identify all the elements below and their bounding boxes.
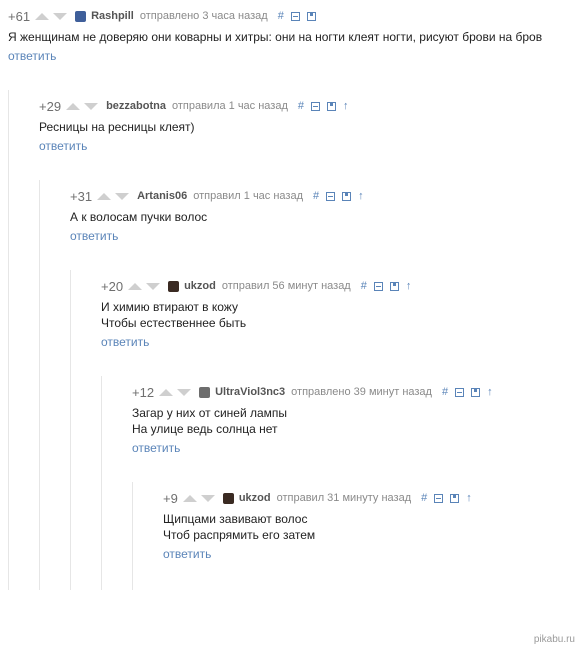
arrow-up-icon[interactable]: ↑ [466, 492, 472, 504]
thread-line [39, 180, 40, 590]
save-icon[interactable] [342, 191, 352, 201]
comment-line: И химию втирают в кожу [101, 300, 238, 314]
comment-author[interactable]: ukzod [239, 492, 271, 504]
save-icon[interactable] [471, 387, 481, 397]
reply-link[interactable]: ответить [8, 49, 56, 63]
comment-text: А к волосам пучки волос [70, 209, 364, 225]
vote-up-icon[interactable] [97, 192, 112, 200]
comment-line: Загар у них от синей лампы [132, 406, 288, 420]
comment-header: +12 UltraViol3nc3 отправлено 39 минут наза… [132, 384, 493, 400]
comment: +12 UltraViol3nc3 отправлено 39 минут наза… [132, 384, 493, 457]
thread-line [132, 482, 133, 590]
hash-icon[interactable]: # [361, 280, 367, 292]
comment-text: Загар у них от синей лампы На улице ведь … [132, 405, 493, 437]
arrow-up-icon[interactable]: ↑ [406, 280, 412, 292]
comment-line: Щипцами завивают волос [163, 512, 308, 526]
thread-line [8, 90, 9, 590]
vote-up-icon[interactable] [159, 388, 174, 396]
save-icon[interactable] [450, 493, 460, 503]
reply-link[interactable]: ответить [101, 335, 149, 349]
comment-author[interactable]: Rashpill [91, 10, 134, 22]
reply-link[interactable]: ответить [70, 229, 118, 243]
site-watermark: pikabu.ru [533, 634, 575, 645]
vote-up-icon[interactable] [128, 282, 143, 290]
collapse-icon[interactable] [455, 387, 465, 397]
vote-down-icon[interactable] [146, 282, 161, 290]
save-icon[interactable] [389, 281, 399, 291]
comment: +20 ukzod отправил 56 минут назад # ↑ И химию… [101, 278, 411, 351]
vote-down-icon[interactable] [53, 12, 68, 20]
comment-header: +9 ukzod отправил 31 минуту назад # ↑ [163, 490, 472, 506]
comment-time: отправлено 39 минут назад [291, 386, 432, 398]
arrow-up-icon[interactable]: ↑ [487, 386, 493, 398]
comment: +31 Artanis06 отправил 1 час назад # ↑ А к во… [70, 188, 364, 245]
avatar[interactable] [168, 280, 180, 292]
comment-text: Ресницы на ресницы клеят) [39, 119, 349, 135]
avatar[interactable] [222, 492, 234, 504]
thread-line [101, 376, 102, 590]
arrow-up-icon[interactable]: ↑ [358, 190, 364, 202]
arrow-up-icon[interactable]: ↑ [343, 100, 349, 112]
comment-line: Чтобы естественнее быть [101, 316, 247, 330]
reply-link[interactable]: ответить [132, 441, 180, 455]
comment-rating: +31 [70, 188, 93, 204]
comment-time: отправил 56 минут назад [221, 280, 351, 292]
vote-up-icon[interactable] [182, 494, 197, 502]
comment-header: +29 bezzabotna отправила 1 час назад # ↑ [39, 98, 349, 114]
comment-text: Щипцами завивают волос Чтоб распрямить ег… [163, 511, 472, 543]
vote-down-icon[interactable] [200, 494, 215, 502]
hash-icon[interactable]: # [278, 10, 284, 22]
reply-link[interactable]: ответить [163, 547, 211, 561]
comment-rating: +9 [163, 490, 178, 506]
comment-line: Ресницы на ресницы клеят) [39, 120, 195, 134]
comment-author[interactable]: UltraViol3nc3 [215, 386, 285, 398]
collapse-icon[interactable] [326, 191, 336, 201]
hash-icon[interactable]: # [313, 190, 319, 202]
vote-down-icon[interactable] [177, 388, 192, 396]
vote-up-icon[interactable] [66, 102, 81, 110]
comment-line: Я женщинам не доверяю они коварны и хитр… [8, 30, 543, 44]
comment-author[interactable]: Artanis06 [137, 190, 187, 202]
vote-up-icon[interactable] [35, 12, 50, 20]
comment-line: А к волосам пучки волос [70, 210, 208, 224]
collapse-icon[interactable] [311, 101, 321, 111]
comment-line: Чтоб распрямить его затем [163, 528, 316, 542]
save-icon[interactable] [327, 101, 337, 111]
comment-time: отправлено 3 часа назад [139, 10, 268, 22]
comment-rating: +20 [101, 278, 124, 294]
comment: +29 bezzabotna отправила 1 час назад # ↑ Ресн… [39, 98, 349, 155]
collapse-icon[interactable] [434, 493, 444, 503]
comment-header: +31 Artanis06 отправил 1 час назад # ↑ [70, 188, 364, 204]
comment-rating: +29 [39, 98, 62, 114]
comment-header: +20 ukzod отправил 56 минут назад # ↑ [101, 278, 411, 294]
vote-down-icon[interactable] [115, 192, 130, 200]
comment-text: И химию втирают в кожу Чтобы естественнее… [101, 299, 411, 331]
reply-link[interactable]: ответить [39, 139, 87, 153]
save-icon[interactable] [306, 11, 316, 21]
comment-text: Я женщинам не доверяю они коварны и хитр… [8, 29, 542, 45]
comment-header: +61 Rashpill отправлено 3 часа назад # [8, 8, 542, 24]
hash-icon[interactable]: # [421, 492, 427, 504]
comment-author[interactable]: ukzod [184, 280, 216, 292]
hash-icon[interactable]: # [442, 386, 448, 398]
vote-down-icon[interactable] [84, 102, 99, 110]
comment-line: На улице ведь солнца нет [132, 422, 278, 436]
collapse-icon[interactable] [290, 11, 300, 21]
comment-rating: +61 [8, 8, 31, 24]
comment: +61 Rashpill отправлено 3 часа назад # Я жен… [8, 8, 542, 65]
comment-time: отправил 31 минуту назад [276, 492, 412, 504]
avatar[interactable] [199, 386, 211, 398]
collapse-icon[interactable] [373, 281, 383, 291]
thread-line [70, 270, 71, 590]
comment-time: отправил 1 час назад [193, 190, 303, 202]
comment-author[interactable]: bezzabotna [106, 100, 166, 112]
comment: +9 ukzod отправил 31 минуту назад # ↑ Щипцами… [163, 490, 472, 563]
comment-rating: +12 [132, 384, 155, 400]
comment-time: отправила 1 час назад [171, 100, 288, 112]
avatar[interactable] [75, 10, 87, 22]
hash-icon[interactable]: # [298, 100, 304, 112]
